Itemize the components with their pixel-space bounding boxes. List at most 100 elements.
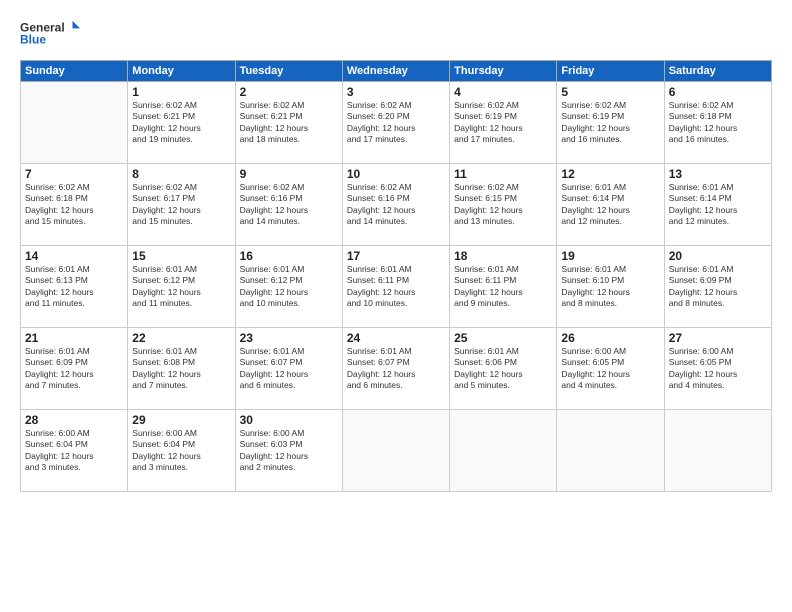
calendar-cell: 9Sunrise: 6:02 AM Sunset: 6:16 PM Daylig… (235, 164, 342, 246)
calendar-cell: 3Sunrise: 6:02 AM Sunset: 6:20 PM Daylig… (342, 82, 449, 164)
day-number: 24 (347, 331, 445, 345)
day-info: Sunrise: 6:01 AM Sunset: 6:10 PM Dayligh… (561, 264, 659, 310)
day-number: 6 (669, 85, 767, 99)
day-info: Sunrise: 6:00 AM Sunset: 6:05 PM Dayligh… (561, 346, 659, 392)
day-number: 18 (454, 249, 552, 263)
calendar-cell: 6Sunrise: 6:02 AM Sunset: 6:18 PM Daylig… (664, 82, 771, 164)
calendar-cell: 19Sunrise: 6:01 AM Sunset: 6:10 PM Dayli… (557, 246, 664, 328)
day-number: 1 (132, 85, 230, 99)
day-info: Sunrise: 6:01 AM Sunset: 6:14 PM Dayligh… (561, 182, 659, 228)
calendar-cell (450, 410, 557, 492)
day-info: Sunrise: 6:02 AM Sunset: 6:17 PM Dayligh… (132, 182, 230, 228)
day-info: Sunrise: 6:02 AM Sunset: 6:18 PM Dayligh… (25, 182, 123, 228)
day-info: Sunrise: 6:00 AM Sunset: 6:05 PM Dayligh… (669, 346, 767, 392)
week-row-1: 1Sunrise: 6:02 AM Sunset: 6:21 PM Daylig… (21, 82, 772, 164)
day-info: Sunrise: 6:00 AM Sunset: 6:04 PM Dayligh… (25, 428, 123, 474)
day-info: Sunrise: 6:00 AM Sunset: 6:04 PM Dayligh… (132, 428, 230, 474)
day-number: 9 (240, 167, 338, 181)
col-header-thursday: Thursday (450, 61, 557, 82)
day-number: 4 (454, 85, 552, 99)
day-number: 29 (132, 413, 230, 427)
day-number: 25 (454, 331, 552, 345)
calendar-cell: 22Sunrise: 6:01 AM Sunset: 6:08 PM Dayli… (128, 328, 235, 410)
day-info: Sunrise: 6:02 AM Sunset: 6:21 PM Dayligh… (132, 100, 230, 146)
col-header-sunday: Sunday (21, 61, 128, 82)
day-info: Sunrise: 6:02 AM Sunset: 6:20 PM Dayligh… (347, 100, 445, 146)
day-number: 23 (240, 331, 338, 345)
header: General Blue (20, 15, 772, 50)
calendar-cell: 29Sunrise: 6:00 AM Sunset: 6:04 PM Dayli… (128, 410, 235, 492)
day-info: Sunrise: 6:01 AM Sunset: 6:12 PM Dayligh… (240, 264, 338, 310)
day-info: Sunrise: 6:01 AM Sunset: 6:12 PM Dayligh… (132, 264, 230, 310)
day-number: 30 (240, 413, 338, 427)
day-info: Sunrise: 6:02 AM Sunset: 6:19 PM Dayligh… (561, 100, 659, 146)
day-number: 14 (25, 249, 123, 263)
logo-svg: General Blue (20, 15, 80, 50)
col-header-wednesday: Wednesday (342, 61, 449, 82)
calendar-cell (557, 410, 664, 492)
calendar-cell: 12Sunrise: 6:01 AM Sunset: 6:14 PM Dayli… (557, 164, 664, 246)
day-info: Sunrise: 6:00 AM Sunset: 6:03 PM Dayligh… (240, 428, 338, 474)
calendar-cell: 20Sunrise: 6:01 AM Sunset: 6:09 PM Dayli… (664, 246, 771, 328)
calendar-cell: 25Sunrise: 6:01 AM Sunset: 6:06 PM Dayli… (450, 328, 557, 410)
day-number: 22 (132, 331, 230, 345)
calendar-cell (664, 410, 771, 492)
day-number: 21 (25, 331, 123, 345)
day-info: Sunrise: 6:01 AM Sunset: 6:11 PM Dayligh… (454, 264, 552, 310)
day-number: 8 (132, 167, 230, 181)
day-number: 28 (25, 413, 123, 427)
day-number: 3 (347, 85, 445, 99)
week-row-5: 28Sunrise: 6:00 AM Sunset: 6:04 PM Dayli… (21, 410, 772, 492)
calendar-table: SundayMondayTuesdayWednesdayThursdayFrid… (20, 60, 772, 492)
calendar-cell: 8Sunrise: 6:02 AM Sunset: 6:17 PM Daylig… (128, 164, 235, 246)
calendar-header-row: SundayMondayTuesdayWednesdayThursdayFrid… (21, 61, 772, 82)
day-info: Sunrise: 6:02 AM Sunset: 6:16 PM Dayligh… (347, 182, 445, 228)
week-row-2: 7Sunrise: 6:02 AM Sunset: 6:18 PM Daylig… (21, 164, 772, 246)
day-info: Sunrise: 6:02 AM Sunset: 6:16 PM Dayligh… (240, 182, 338, 228)
week-row-3: 14Sunrise: 6:01 AM Sunset: 6:13 PM Dayli… (21, 246, 772, 328)
calendar-cell: 16Sunrise: 6:01 AM Sunset: 6:12 PM Dayli… (235, 246, 342, 328)
calendar-cell: 1Sunrise: 6:02 AM Sunset: 6:21 PM Daylig… (128, 82, 235, 164)
calendar-cell: 15Sunrise: 6:01 AM Sunset: 6:12 PM Dayli… (128, 246, 235, 328)
col-header-tuesday: Tuesday (235, 61, 342, 82)
calendar-cell: 18Sunrise: 6:01 AM Sunset: 6:11 PM Dayli… (450, 246, 557, 328)
logo: General Blue (20, 15, 80, 50)
day-number: 26 (561, 331, 659, 345)
day-number: 5 (561, 85, 659, 99)
col-header-monday: Monday (128, 61, 235, 82)
day-info: Sunrise: 6:01 AM Sunset: 6:09 PM Dayligh… (669, 264, 767, 310)
day-info: Sunrise: 6:01 AM Sunset: 6:07 PM Dayligh… (240, 346, 338, 392)
day-info: Sunrise: 6:02 AM Sunset: 6:21 PM Dayligh… (240, 100, 338, 146)
day-number: 27 (669, 331, 767, 345)
day-number: 13 (669, 167, 767, 181)
week-row-4: 21Sunrise: 6:01 AM Sunset: 6:09 PM Dayli… (21, 328, 772, 410)
day-number: 11 (454, 167, 552, 181)
day-info: Sunrise: 6:01 AM Sunset: 6:08 PM Dayligh… (132, 346, 230, 392)
calendar-cell: 30Sunrise: 6:00 AM Sunset: 6:03 PM Dayli… (235, 410, 342, 492)
calendar-cell: 10Sunrise: 6:02 AM Sunset: 6:16 PM Dayli… (342, 164, 449, 246)
calendar-cell: 13Sunrise: 6:01 AM Sunset: 6:14 PM Dayli… (664, 164, 771, 246)
col-header-saturday: Saturday (664, 61, 771, 82)
day-number: 15 (132, 249, 230, 263)
day-number: 10 (347, 167, 445, 181)
calendar-cell: 27Sunrise: 6:00 AM Sunset: 6:05 PM Dayli… (664, 328, 771, 410)
calendar-cell: 5Sunrise: 6:02 AM Sunset: 6:19 PM Daylig… (557, 82, 664, 164)
calendar-cell: 7Sunrise: 6:02 AM Sunset: 6:18 PM Daylig… (21, 164, 128, 246)
calendar-cell (21, 82, 128, 164)
calendar-cell: 11Sunrise: 6:02 AM Sunset: 6:15 PM Dayli… (450, 164, 557, 246)
day-number: 12 (561, 167, 659, 181)
day-info: Sunrise: 6:02 AM Sunset: 6:15 PM Dayligh… (454, 182, 552, 228)
day-info: Sunrise: 6:02 AM Sunset: 6:19 PM Dayligh… (454, 100, 552, 146)
calendar-cell (342, 410, 449, 492)
calendar-cell: 26Sunrise: 6:00 AM Sunset: 6:05 PM Dayli… (557, 328, 664, 410)
day-number: 7 (25, 167, 123, 181)
calendar-cell: 17Sunrise: 6:01 AM Sunset: 6:11 PM Dayli… (342, 246, 449, 328)
day-number: 19 (561, 249, 659, 263)
day-info: Sunrise: 6:01 AM Sunset: 6:07 PM Dayligh… (347, 346, 445, 392)
calendar-cell: 23Sunrise: 6:01 AM Sunset: 6:07 PM Dayli… (235, 328, 342, 410)
day-number: 20 (669, 249, 767, 263)
calendar-cell: 21Sunrise: 6:01 AM Sunset: 6:09 PM Dayli… (21, 328, 128, 410)
svg-text:Blue: Blue (20, 32, 46, 46)
day-info: Sunrise: 6:02 AM Sunset: 6:18 PM Dayligh… (669, 100, 767, 146)
day-number: 17 (347, 249, 445, 263)
